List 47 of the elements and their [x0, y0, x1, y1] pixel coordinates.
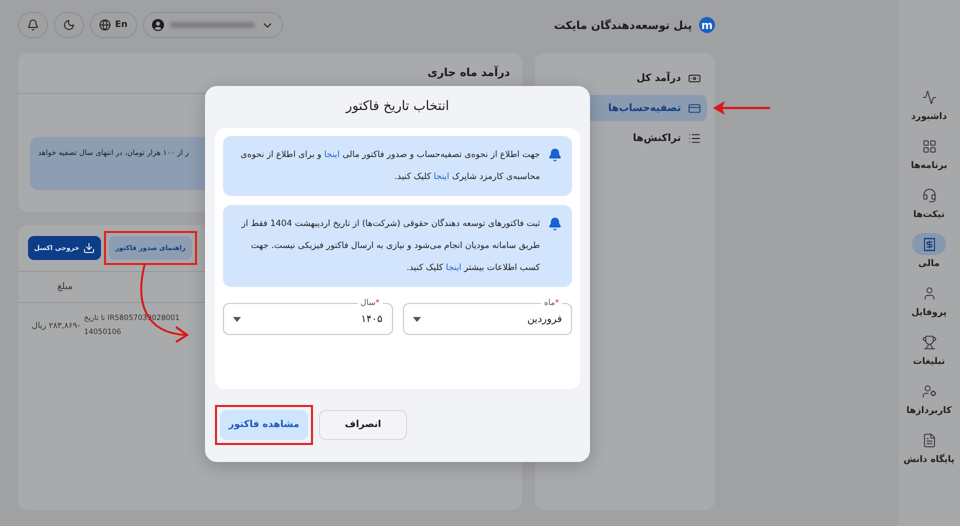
nav-item[interactable]: پایگاه دانش [904, 429, 955, 465]
column-header: مبلغ [56, 282, 74, 292]
grid-icon [922, 138, 937, 154]
download-icon [83, 242, 96, 254]
chart-icon [922, 90, 937, 104]
nav-item[interactable]: کاربردازها [906, 380, 952, 416]
field-label: * سال [358, 297, 382, 309]
nav-item[interactable]: داشبورد [911, 86, 947, 122]
nav-item[interactable]: تیکت‌ها [912, 184, 946, 220]
alert-text: جهت اطلاع از نحوه‌ی تصفیه‌حساب و صدور فاکتور مالی اینجا و برای اطلاع از نحوه‌ی محاسبه‌ی کارمزد شاپرک اینجا کلیک کنید. [239, 149, 540, 184]
link[interactable]: اینجا [324, 150, 340, 160]
user-gear-icon [922, 384, 936, 398]
trophy-icon [922, 334, 936, 350]
bell-icon [548, 148, 562, 162]
caret-icon [233, 316, 241, 322]
moon-icon [63, 19, 75, 31]
dialog-title: انتخاب تاریخ فاکتور [344, 98, 450, 116]
document-icon [922, 432, 937, 448]
caret-icon [412, 316, 420, 322]
app-title: پنل توسعه‌دهندگان مایکت [554, 18, 692, 32]
logo: m [699, 17, 715, 33]
card-icon [688, 102, 701, 114]
bell-icon [548, 217, 562, 231]
receipt-icon [922, 236, 936, 252]
card-title: درآمد ماه جاری [426, 64, 511, 81]
nav-item[interactable]: پروفایل [911, 282, 947, 318]
notifications-button[interactable] [18, 12, 48, 38]
submenu-item[interactable]: تراکنش‌ها [543, 125, 707, 151]
view-invoice-button[interactable]: مشاهده فاکتور [220, 410, 308, 440]
user-icon [922, 286, 937, 300]
nav-item[interactable]: تبلیغات [912, 331, 946, 367]
alert-text: ثبت فاکتورهای توسعه دهندگان حقوقی (شرکت‌ها) از تاریخ اردیبهشت 1404 فقط از طریق سامانه مودیان انجام می‌شود و نیازی به ارسال فاکتور فیزیکی نیست. جهت کسب اطلاعات بیشتر اینجا کلیک کنید. [240, 217, 540, 275]
link[interactable]: اینجا [434, 172, 450, 182]
avatar-icon [152, 19, 164, 31]
language-button[interactable]: En [90, 12, 137, 38]
table-cell-text: -۲۸۳,۸۶۹ ریال [30, 320, 80, 330]
headset-icon [922, 188, 936, 202]
bell-icon [27, 19, 39, 31]
cancel-button[interactable]: انصراف [319, 410, 407, 440]
link[interactable]: اینجا [446, 263, 462, 273]
account-menu[interactable] [142, 12, 283, 38]
submenu-item[interactable]: درآمد کل [543, 65, 707, 91]
globe-icon [99, 19, 111, 31]
select-field[interactable]: * سال ۱۴۰۵ [223, 297, 392, 335]
select-field[interactable]: * ماه فروردین [402, 297, 572, 335]
theme-button[interactable] [54, 12, 84, 38]
nav-item[interactable]: برنامه‌ها [910, 135, 948, 171]
